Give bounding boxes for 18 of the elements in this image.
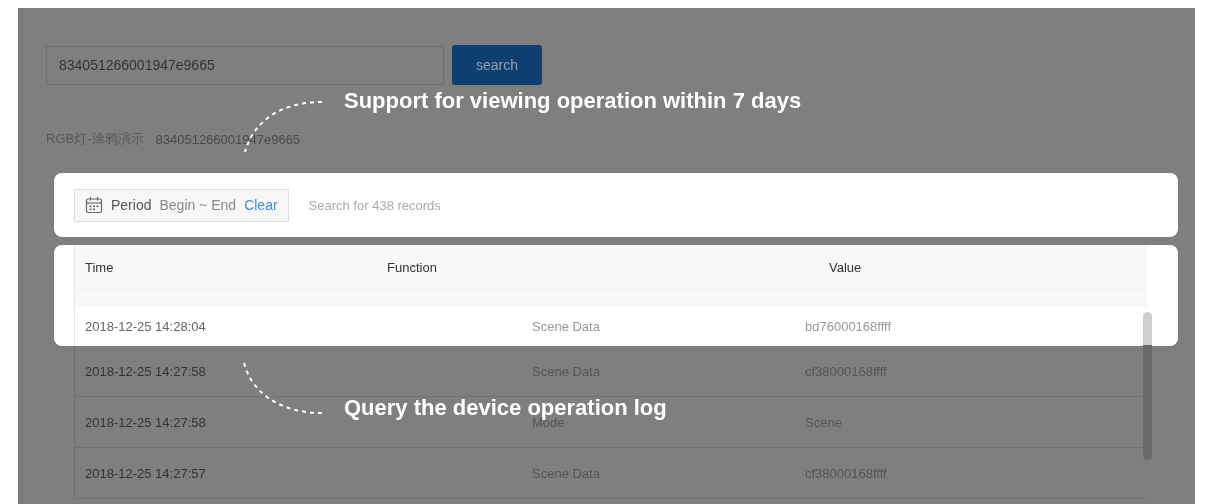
value-cell: bd76000168ffff	[805, 319, 892, 334]
calendar-icon	[85, 196, 103, 214]
scrollbar[interactable]	[1143, 312, 1152, 460]
search-field[interactable]: 834051266001947e9665	[46, 45, 444, 85]
time-cell: 2018-12-25 14:27:57	[85, 465, 206, 481]
annotation-text: Support for viewing operation within 7 days	[344, 90, 802, 112]
clear-link[interactable]: Clear	[244, 197, 278, 213]
time-cell: 2018-12-25 14:28:04	[85, 319, 206, 334]
column-header: Function	[387, 259, 438, 275]
column-header: Time	[85, 259, 115, 275]
record-count: Search for 438 records	[308, 197, 441, 213]
function-cell: Scene Data	[532, 319, 600, 334]
search-button[interactable]: search	[452, 45, 542, 85]
time-cell: 2018-12-25 14:27:58	[85, 414, 206, 430]
date-range-picker[interactable]: Period Begin ~ End Clear	[74, 188, 289, 222]
time-cell: 2018-12-25 14:27:58	[85, 363, 206, 379]
column-header: Value	[829, 259, 863, 275]
annotation-text: Query the device operation log	[344, 397, 667, 419]
